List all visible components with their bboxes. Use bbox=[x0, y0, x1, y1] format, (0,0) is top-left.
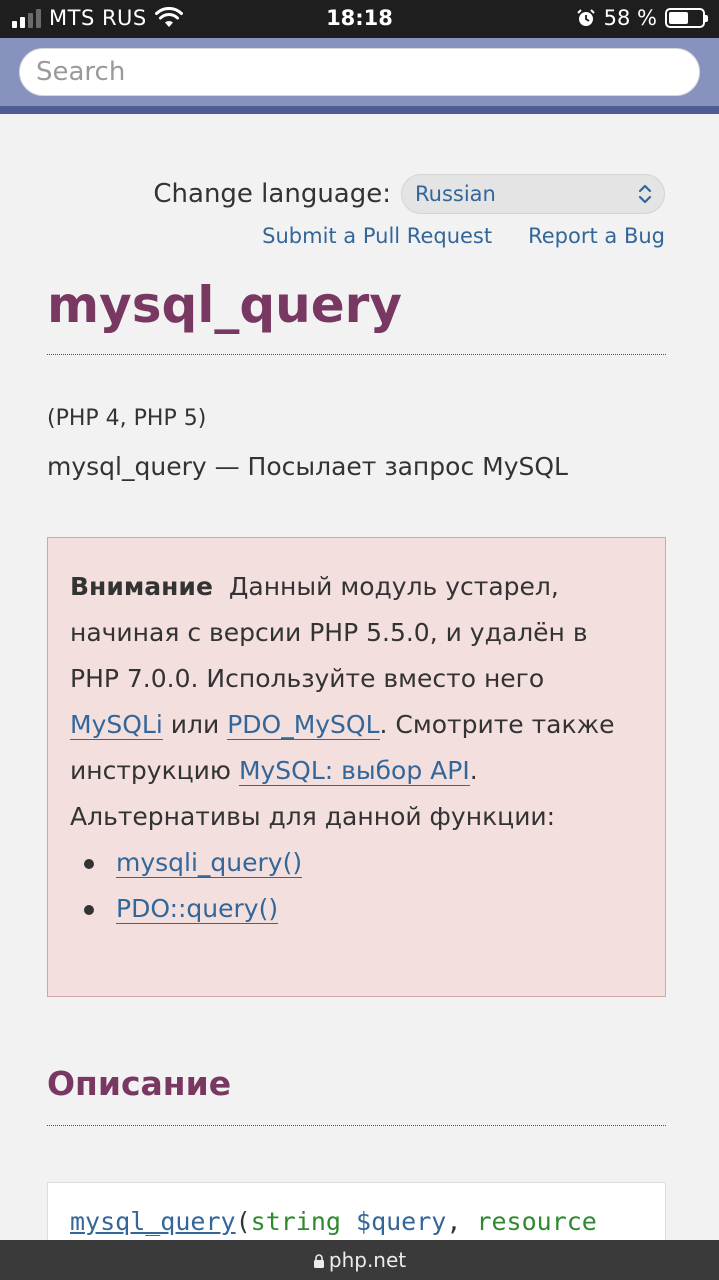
page-content[interactable]: Change language: Russian Submit a Pull R… bbox=[0, 122, 719, 1240]
description-heading: Описание bbox=[47, 1064, 666, 1126]
mysql-api-link[interactable]: MySQL: выбор API bbox=[238, 756, 470, 786]
battery-percent: 58 % bbox=[603, 6, 657, 30]
version-info: (PHP 4, PHP 5) bbox=[47, 406, 207, 431]
list-item: PDO::query() bbox=[70, 886, 643, 932]
report-bug-link[interactable]: Report a Bug bbox=[528, 224, 665, 248]
battery-fill bbox=[669, 12, 688, 24]
signature-param-1: $query bbox=[356, 1207, 447, 1236]
change-language-row: Change language: Russian bbox=[153, 174, 665, 214]
deprecation-warning: Внимание Данный модуль устарел, начиная … bbox=[47, 537, 666, 997]
list-item: mysqli_query() bbox=[70, 840, 643, 886]
mysqli-query-link[interactable]: mysqli_query() bbox=[116, 848, 303, 878]
warning-text: Внимание Данный модуль устарел, начиная … bbox=[70, 564, 643, 840]
alarm-icon bbox=[576, 9, 595, 26]
change-language-label: Change language: bbox=[153, 179, 391, 209]
chevron-updown-icon bbox=[638, 184, 652, 204]
signature-function[interactable]: mysql_query bbox=[70, 1207, 236, 1236]
signature-comma: , bbox=[446, 1207, 462, 1236]
search-input[interactable] bbox=[19, 48, 700, 96]
method-signature: mysql_query(string $query, resource bbox=[47, 1182, 666, 1240]
status-bar: MTS RUS 18:18 58 % bbox=[0, 0, 719, 38]
status-right: 58 % bbox=[576, 6, 708, 30]
language-select[interactable]: Russian bbox=[401, 174, 665, 214]
mysqli-link[interactable]: MySQLi bbox=[70, 710, 163, 740]
warning-text-or: или bbox=[170, 710, 220, 739]
function-purpose: mysql_query — Посылает запрос MySQL bbox=[47, 452, 568, 481]
lock-icon bbox=[313, 1254, 324, 1268]
search-header bbox=[0, 38, 719, 114]
url-domain: php.net bbox=[328, 1248, 407, 1272]
signature-type-2: resource bbox=[476, 1207, 597, 1236]
battery-icon bbox=[665, 8, 708, 28]
pdo-query-link[interactable]: PDO::query() bbox=[116, 894, 279, 924]
submit-pull-request-link[interactable]: Submit a Pull Request bbox=[262, 224, 492, 248]
signature-open-paren: ( bbox=[235, 1207, 251, 1236]
signature-type-1: string bbox=[250, 1207, 341, 1236]
alternatives-list: mysqli_query() PDO::query() bbox=[70, 840, 643, 932]
edit-links: Submit a Pull Request Report a Bug bbox=[262, 224, 665, 248]
page-title: mysql_query bbox=[47, 276, 666, 355]
pdo-mysql-link[interactable]: PDO_MySQL bbox=[227, 710, 380, 740]
warning-heading: Внимание bbox=[70, 572, 213, 601]
language-select-value: Russian bbox=[415, 182, 496, 206]
url-bar[interactable]: php.net bbox=[0, 1240, 719, 1280]
